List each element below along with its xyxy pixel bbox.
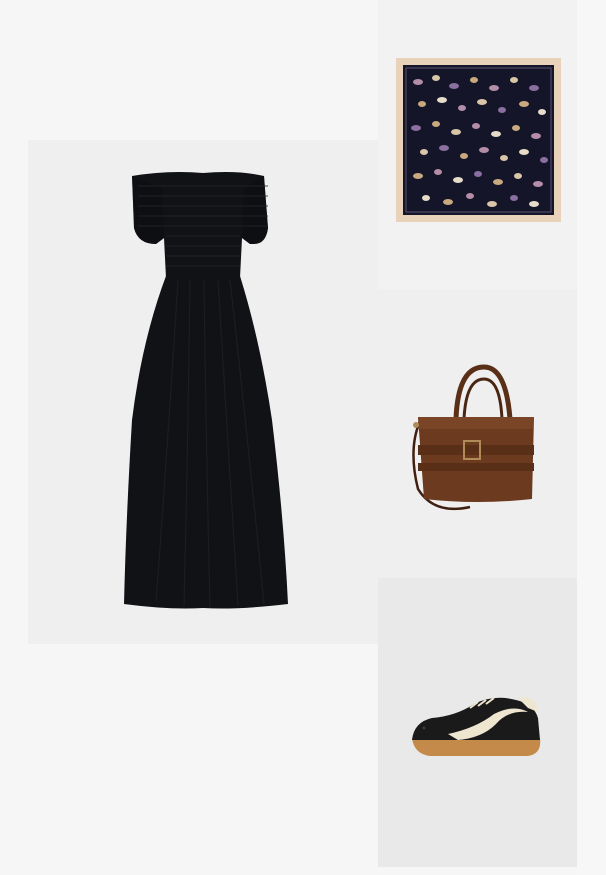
dress-image — [124, 172, 288, 609]
product-tile-scarf[interactable] — [378, 0, 577, 289]
scarf-image — [396, 58, 561, 222]
bag-image — [412, 364, 534, 511]
product-tile-sneaker[interactable] — [378, 578, 577, 867]
sneaker-image — [412, 697, 541, 756]
product-tile-bag[interactable] — [378, 289, 577, 578]
product-tile-dress[interactable] — [28, 140, 378, 644]
page-margin — [577, 0, 606, 875]
